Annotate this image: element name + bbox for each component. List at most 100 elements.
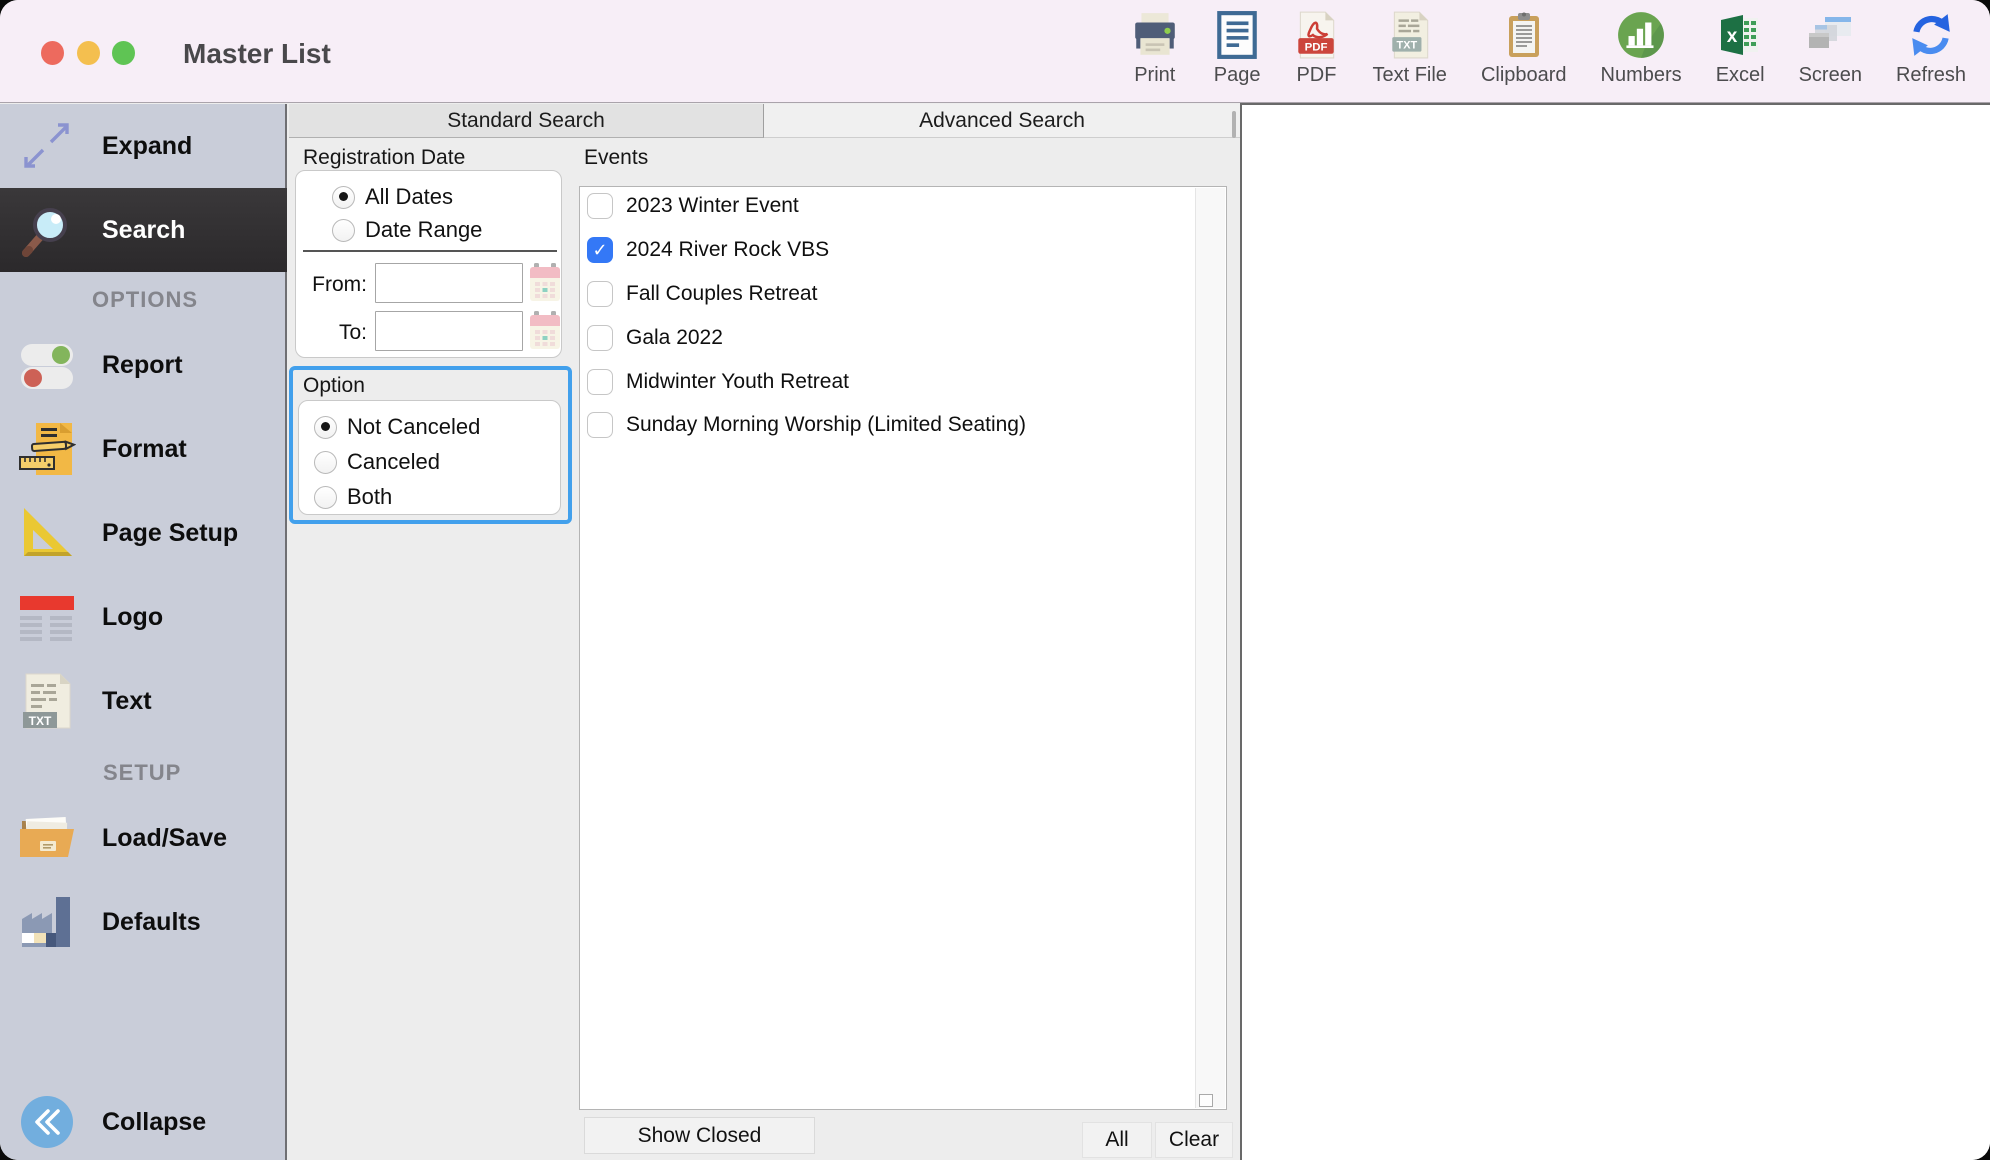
event-row[interactable]: 2023 Winter Event [580, 187, 1180, 225]
event-label: Sunday Morning Worship (Limited Seating) [626, 413, 1026, 437]
clear-selection-button[interactable]: Clear [1155, 1122, 1233, 1158]
event-row[interactable]: 2024 River Rock VBS [580, 231, 1180, 269]
sidebar-item-logo[interactable]: Logo [0, 575, 287, 659]
radio-label: Not Canceled [347, 414, 480, 440]
page-button[interactable]: Page [1214, 9, 1261, 87]
event-label: 2023 Winter Event [626, 194, 799, 218]
sidebar-item-label: Page Setup [102, 519, 238, 548]
sidebar-item-label: Load/Save [102, 824, 227, 853]
numbers-label: Numbers [1601, 64, 1682, 87]
sidebar-item-label: Search [102, 216, 185, 245]
txt-file-icon: TXT [18, 672, 76, 730]
calendar-icon [529, 311, 561, 351]
expand-icon [18, 117, 76, 175]
radio-label: All Dates [365, 184, 453, 210]
event-row[interactable]: Sunday Morning Worship (Limited Seating) [580, 406, 1180, 444]
window-title: Master List [183, 38, 331, 70]
svg-text:TXT: TXT [29, 714, 52, 728]
sidebar-item-label: Report [102, 351, 183, 380]
checkbox-unchecked-icon[interactable] [587, 325, 613, 351]
sidebar-item-page-setup[interactable]: Page Setup [0, 491, 287, 575]
sidebar-item-report[interactable]: Report [0, 323, 287, 407]
sidebar-item-collapse[interactable]: Collapse [0, 1080, 287, 1160]
tab-advanced-search[interactable]: Advanced Search [764, 104, 1240, 138]
radio-canceled[interactable]: Canceled [314, 449, 440, 475]
sidebar-item-format[interactable]: Format [0, 407, 287, 491]
screen-icon [1805, 9, 1855, 61]
event-row[interactable]: Midwinter Youth Retreat [580, 363, 1180, 401]
excel-button[interactable]: x Excel [1716, 9, 1765, 87]
event-row[interactable]: Fall Couples Retreat [580, 275, 1180, 313]
events-list: 2023 Winter Event 2024 River Rock VBS Fa… [579, 186, 1227, 1110]
checkbox-checked-icon[interactable] [587, 237, 613, 263]
to-calendar-button[interactable] [529, 311, 561, 351]
toolbar: Print Page [1130, 9, 1966, 87]
sidebar-item-text[interactable]: TXT Text [0, 659, 287, 743]
sidebar-item-label: Text [102, 687, 152, 716]
checkbox-unchecked-icon[interactable] [587, 193, 613, 219]
refresh-label: Refresh [1896, 64, 1966, 87]
event-label: 2024 River Rock VBS [626, 238, 829, 262]
clipboard-label: Clipboard [1481, 64, 1567, 87]
panel-scrollbar-thumb[interactable] [1232, 111, 1236, 138]
checkbox-unchecked-icon[interactable] [587, 281, 613, 307]
sidebar-item-search[interactable]: Search [0, 188, 287, 272]
show-closed-button[interactable]: Show Closed [584, 1117, 815, 1154]
sidebar-item-expand[interactable]: Expand [0, 104, 287, 188]
screen-label: Screen [1799, 64, 1862, 87]
to-date-input[interactable] [375, 311, 523, 351]
registration-date-title: Registration Date [303, 146, 465, 170]
scrollbar-corner [1199, 1094, 1213, 1107]
radio-date-range[interactable]: Date Range [332, 217, 482, 243]
screen-button[interactable]: Screen [1799, 9, 1862, 87]
close-window-button[interactable] [41, 41, 64, 65]
pdf-button[interactable]: PDF PDF [1294, 9, 1338, 87]
radio-unselected-icon[interactable] [332, 219, 355, 242]
sidebar-item-label: Defaults [102, 908, 201, 937]
radio-selected-icon[interactable] [332, 186, 355, 209]
select-all-button[interactable]: All [1082, 1122, 1152, 1158]
checkbox-unchecked-icon[interactable] [587, 412, 613, 438]
refresh-button[interactable]: Refresh [1896, 9, 1966, 87]
refresh-icon [1906, 9, 1956, 61]
from-date-input[interactable] [375, 263, 523, 303]
numbers-button[interactable]: Numbers [1601, 9, 1682, 87]
sidebar-item-label: Collapse [102, 1108, 206, 1137]
results-area [1240, 103, 1990, 1160]
folder-icon [18, 809, 76, 867]
minimize-window-button[interactable] [77, 41, 100, 65]
format-icon [18, 420, 76, 478]
sidebar-item-defaults[interactable]: Defaults [0, 880, 287, 964]
sidebar-item-label: Expand [102, 132, 192, 161]
from-calendar-button[interactable] [529, 263, 561, 303]
print-button[interactable]: Print [1130, 9, 1180, 87]
clipboard-button[interactable]: Clipboard [1481, 9, 1567, 87]
radio-all-dates[interactable]: All Dates [332, 184, 453, 210]
button-label: All [1105, 1128, 1128, 1152]
text-file-label: Text File [1372, 64, 1446, 87]
tab-standard-search[interactable]: Standard Search [289, 104, 764, 138]
radio-selected-icon[interactable] [314, 416, 337, 439]
sidebar-item-label: Format [102, 435, 187, 464]
event-label: Fall Couples Retreat [626, 282, 817, 306]
tab-label: Standard Search [447, 109, 605, 133]
event-row[interactable]: Gala 2022 [580, 319, 1180, 357]
radio-unselected-icon[interactable] [314, 451, 337, 474]
radio-not-canceled[interactable]: Not Canceled [314, 414, 480, 440]
events-scrollbar-track[interactable] [1195, 188, 1225, 1108]
clipboard-icon [1503, 9, 1545, 61]
zoom-window-button[interactable] [112, 41, 135, 65]
checkbox-unchecked-icon[interactable] [587, 369, 613, 395]
registration-date-group: All Dates Date Range From: [295, 170, 562, 358]
text-file-button[interactable]: TXT Text File [1372, 9, 1446, 87]
page-icon [1214, 9, 1260, 61]
sidebar-item-load-save[interactable]: Load/Save [0, 796, 287, 880]
button-label: Clear [1169, 1128, 1219, 1152]
group-divider [303, 250, 557, 252]
events-title: Events [584, 146, 648, 170]
button-label: Show Closed [638, 1124, 762, 1148]
page-label: Page [1214, 64, 1261, 87]
excel-icon: x [1716, 9, 1764, 61]
radio-unselected-icon[interactable] [314, 486, 337, 509]
radio-both[interactable]: Both [314, 484, 392, 510]
